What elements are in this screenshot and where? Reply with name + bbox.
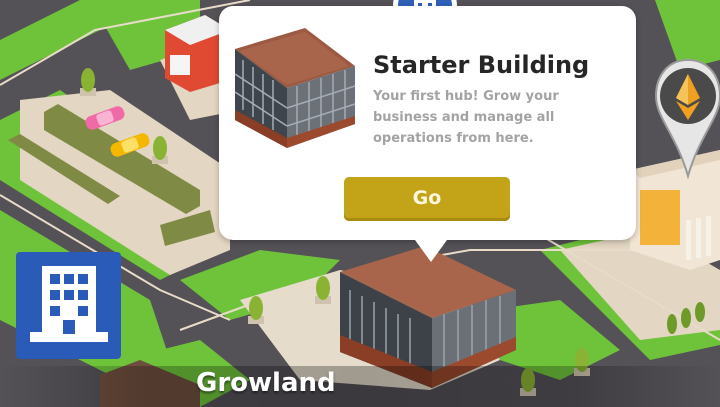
region-name: Growland [196,368,336,398]
building-menu-button[interactable] [16,252,121,359]
popup-description: Your first hub! Grow your business and m… [373,89,559,146]
region-banner: Growland [0,366,720,407]
popup-title: Starter Building [373,51,590,79]
office-building-icon [30,266,108,342]
building-info-popup: Starter Building Your first hub! Grow yo… [219,6,636,262]
starter-building-illustration [234,28,356,148]
popup-pointer [415,240,447,262]
go-button[interactable]: Go [344,177,510,221]
ethereum-icon[interactable] [648,56,720,180]
